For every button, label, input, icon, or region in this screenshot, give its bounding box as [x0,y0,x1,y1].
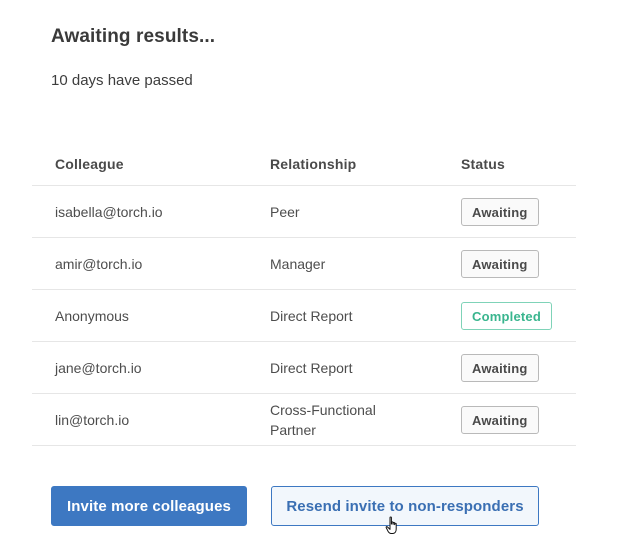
relationship-label: Peer [270,203,300,220]
table-row: Anonymous Direct Report Completed [32,290,576,342]
relationship-label: Direct Report [270,359,353,376]
colleague-status-table: Colleague Relationship Status isabella@t… [32,142,576,446]
column-header-relationship: Relationship [270,156,357,172]
resend-invite-button[interactable]: Resend invite to non-responders [271,486,539,526]
elapsed-time-text: 10 days have passed [51,72,193,89]
column-header-status: Status [461,156,505,172]
status-badge: Awaiting [461,197,539,226]
column-header-colleague: Colleague [55,156,124,172]
colleague-email: isabella@torch.io [55,203,163,220]
status-badge: Awaiting [461,249,539,278]
colleague-email: Anonymous [55,307,129,324]
page-title: Awaiting results... [51,26,216,47]
status-badge: Completed [461,301,552,330]
relationship-label: Direct Report [270,307,353,324]
table-header: Colleague Relationship Status [32,142,576,186]
hand-pointer-icon [385,516,397,534]
colleague-email: jane@torch.io [55,359,142,376]
colleague-email: amir@torch.io [55,255,143,272]
table-row: jane@torch.io Direct Report Awaiting [32,342,576,394]
status-badge: Awaiting [461,405,539,434]
colleague-email: lin@torch.io [55,411,130,428]
relationship-label: Manager [270,255,326,272]
table-row: isabella@torch.io Peer Awaiting [32,186,576,238]
table-row: amir@torch.io Manager Awaiting [32,238,576,290]
table-row: lin@torch.io Cross-Functional Partner Aw… [32,394,576,446]
relationship-label: Cross-Functional Partner [270,401,376,438]
invite-more-colleagues-button[interactable]: Invite more colleagues [51,486,247,526]
status-badge: Awaiting [461,353,539,382]
